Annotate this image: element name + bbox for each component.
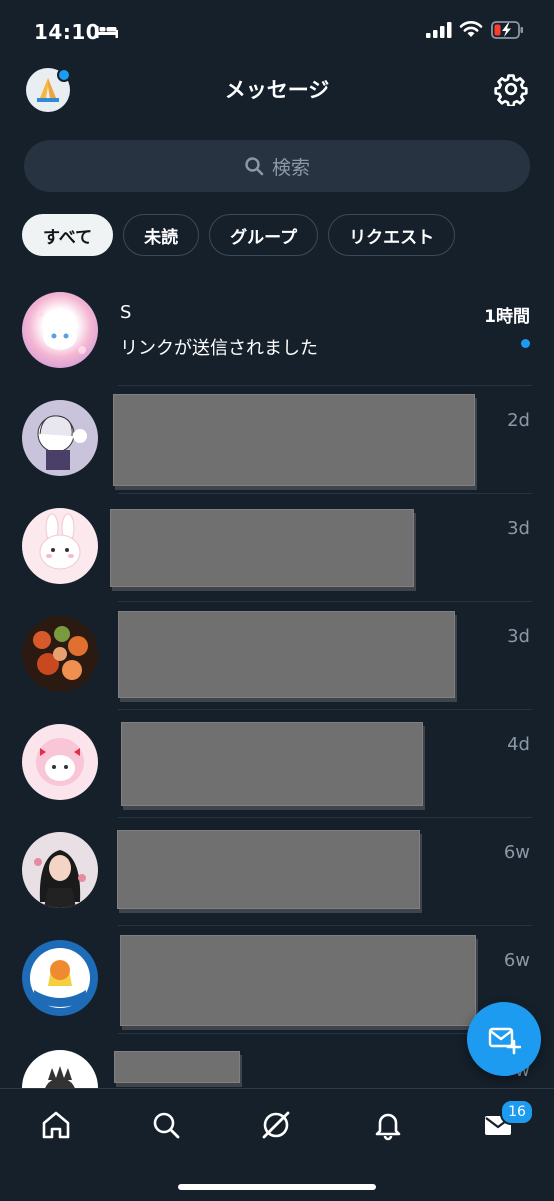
conversation-time: 6w bbox=[503, 842, 530, 863]
avatar[interactable] bbox=[22, 724, 98, 800]
messages-badge: 16 bbox=[500, 1099, 534, 1125]
conversation-name: S bbox=[120, 302, 132, 323]
avatar[interactable] bbox=[22, 292, 98, 368]
avatar[interactable] bbox=[22, 832, 98, 908]
nav-home[interactable] bbox=[36, 1105, 76, 1145]
conversation-time: 6w bbox=[503, 950, 530, 971]
filter-chips: すべて 未読 グループ リクエスト bbox=[22, 214, 456, 256]
badtz-maru-illustration bbox=[45, 1066, 75, 1088]
cellular-signal-icon bbox=[426, 22, 452, 38]
filter-groups[interactable]: グループ bbox=[209, 214, 319, 256]
redacted-content bbox=[117, 830, 420, 909]
bunny-illustration bbox=[39, 513, 81, 570]
conversation-time: 2d bbox=[507, 410, 530, 431]
conversation-time: 1時間 bbox=[484, 307, 530, 327]
home-icon bbox=[42, 1111, 70, 1139]
west-logo-illustration bbox=[30, 948, 90, 1008]
new-message-button[interactable] bbox=[467, 1002, 541, 1076]
conversation-row[interactable]: 6w bbox=[0, 818, 554, 926]
cat-illustration bbox=[37, 311, 86, 354]
filter-unread[interactable]: 未読 bbox=[123, 214, 200, 256]
avatar[interactable] bbox=[22, 616, 98, 692]
nav-grok[interactable] bbox=[256, 1105, 296, 1145]
compose-message-icon bbox=[488, 1027, 521, 1055]
conversation-row[interactable]: 3d bbox=[0, 602, 554, 710]
girl-illustration bbox=[34, 850, 86, 908]
grok-icon bbox=[262, 1111, 290, 1139]
status-bar: 14:10 bbox=[0, 0, 554, 60]
filter-requests[interactable]: リクエスト bbox=[328, 214, 456, 256]
bell-icon bbox=[375, 1113, 401, 1141]
conversation-time: 3d bbox=[507, 626, 530, 647]
conversation-time: 3d bbox=[507, 518, 530, 539]
conversation-time: 4d bbox=[507, 734, 530, 755]
search-input[interactable]: 検索 bbox=[24, 140, 530, 192]
filter-all[interactable]: すべて bbox=[22, 214, 114, 256]
conversation-row[interactable]: 6w bbox=[0, 926, 554, 1034]
flowers-photo bbox=[33, 626, 88, 680]
conversation-row[interactable]: 3d bbox=[0, 494, 554, 602]
avatar[interactable] bbox=[22, 400, 98, 476]
search-placeholder: 検索 bbox=[271, 156, 310, 179]
redacted-content bbox=[114, 1051, 240, 1083]
conversation-row[interactable] bbox=[0, 278, 554, 386]
sleep-focus-icon bbox=[96, 26, 118, 38]
redacted-content bbox=[118, 611, 455, 698]
search-icon bbox=[153, 1112, 180, 1139]
redacted-content bbox=[121, 722, 423, 806]
conversation-row[interactable]: 4d bbox=[0, 710, 554, 818]
unread-indicator bbox=[521, 339, 530, 348]
nav-search[interactable] bbox=[146, 1105, 186, 1145]
avatar[interactable] bbox=[22, 508, 98, 584]
page-title: メッセージ bbox=[224, 78, 330, 102]
home-indicator bbox=[178, 1184, 376, 1190]
wifi-icon bbox=[459, 21, 483, 37]
redacted-content bbox=[110, 509, 414, 587]
redacted-content bbox=[113, 394, 475, 486]
search-icon bbox=[245, 157, 264, 176]
sheep-character-illustration bbox=[36, 738, 84, 786]
conversation-row[interactable]: 2d bbox=[0, 386, 554, 494]
anime-character-illustration bbox=[37, 415, 87, 470]
redacted-content bbox=[120, 935, 476, 1026]
status-time: 14:10 bbox=[34, 20, 101, 44]
battery-low-charging-icon bbox=[491, 21, 523, 39]
nav-notifications[interactable] bbox=[368, 1105, 408, 1145]
avatar[interactable] bbox=[22, 940, 98, 1016]
avatar[interactable] bbox=[22, 1050, 98, 1088]
conversation-preview: リンクが送信されました bbox=[120, 338, 318, 359]
gear-icon[interactable] bbox=[494, 72, 528, 106]
